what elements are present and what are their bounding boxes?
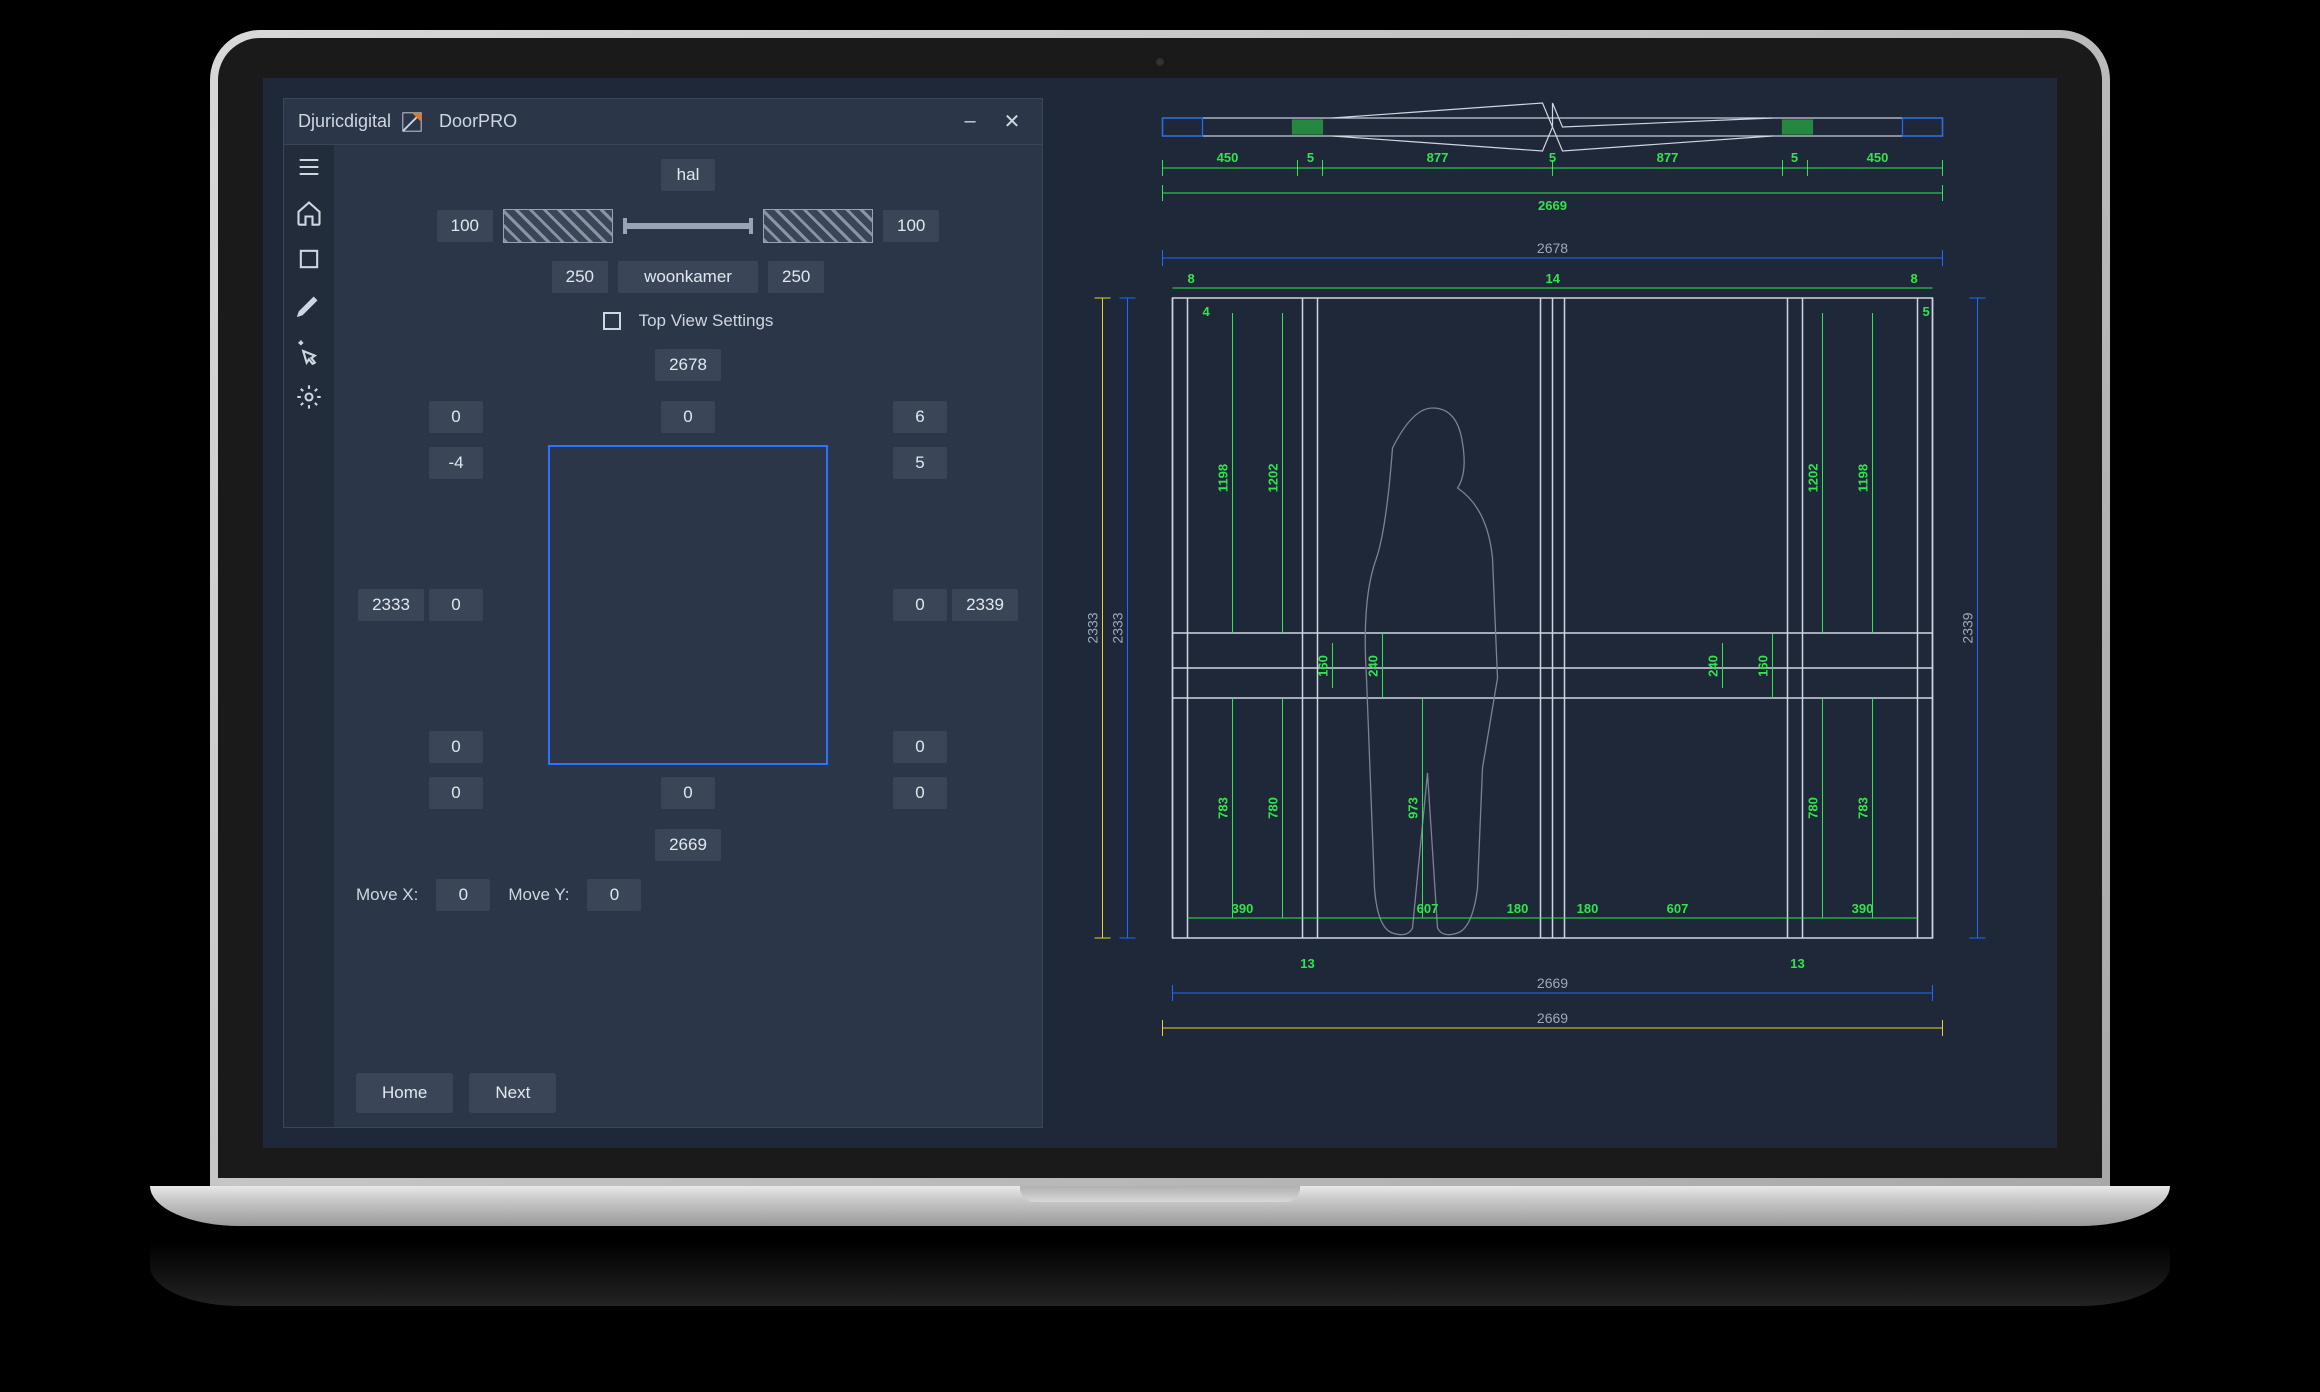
dim-bi-r: 607 — [1667, 901, 1689, 916]
close-button[interactable]: ✕ — [996, 109, 1028, 134]
dim-cui-r: 1202 — [1806, 464, 1821, 493]
dim-bi-l: 607 — [1417, 901, 1439, 916]
sketch-bl[interactable]: 0 — [429, 777, 483, 809]
dim-mhi-l: 240 — [1366, 655, 1381, 677]
dim-hlo: 2333 — [1085, 612, 1101, 643]
doorpro-panel: Djuricdigital DoorPRO – ✕ — [283, 98, 1043, 1128]
dim-top-d6: 5 — [1791, 150, 1798, 165]
wall-left-icon — [503, 209, 613, 243]
sketch-ll[interactable]: 0 — [429, 731, 483, 763]
dim-cuo-l: 1198 — [1216, 464, 1231, 492]
dim-hli: 2333 — [1110, 612, 1126, 643]
gear-icon[interactable] — [295, 383, 323, 411]
sketch-mri[interactable]: 0 — [893, 589, 947, 621]
dim-cuo-r: 1198 — [1856, 464, 1871, 492]
home-icon[interactable] — [295, 199, 323, 227]
sketch-tr[interactable]: 6 — [893, 401, 947, 433]
movex-label: Move X: — [356, 885, 418, 905]
movey-label: Move Y: — [508, 885, 569, 905]
dim-tmid: 14 — [1546, 271, 1561, 286]
dim-bm-r: 180 — [1577, 901, 1599, 916]
dim-mhgap: 973 — [1406, 797, 1421, 819]
opening-slider[interactable] — [623, 223, 753, 229]
sketch-bm[interactable]: 0 — [661, 777, 715, 809]
pencil-icon[interactable] — [295, 291, 323, 319]
dim-ow: 2678 — [1537, 240, 1568, 256]
dim-f2: 2669 — [1537, 1010, 1568, 1026]
right-100-field[interactable]: 100 — [883, 210, 939, 242]
sketch-tl[interactable]: 0 — [429, 401, 483, 433]
sketch-lr[interactable]: 0 — [893, 731, 947, 763]
movex-field[interactable]: 0 — [436, 879, 490, 911]
dim-trin: 5 — [1923, 304, 1930, 319]
dim-top-d1: 450 — [1217, 150, 1239, 165]
dim-bo-r: 390 — [1852, 901, 1874, 916]
sketch-rectangle[interactable] — [548, 445, 828, 765]
dim-f1: 2669 — [1537, 975, 1568, 991]
sketch-editor: 0 0 6 -4 5 2333 0 0 2339 0 — [356, 399, 1020, 811]
app-title: DoorPRO — [439, 111, 517, 132]
wall-right-icon — [763, 209, 873, 243]
dim-boff-l: 13 — [1300, 956, 1314, 971]
cad-viewport[interactable]: 450 5 877 5 877 5 450 2669 267 — [1068, 98, 2037, 1128]
sketch-ul[interactable]: -4 — [429, 447, 483, 479]
woonkamer-field[interactable]: woonkamer — [618, 261, 758, 293]
dim-hr: 2339 — [1960, 612, 1976, 643]
brand-logo-icon — [401, 111, 423, 133]
topview-checkbox[interactable] — [603, 312, 621, 330]
titlebar: Djuricdigital DoorPRO – ✕ — [284, 99, 1042, 145]
dim-top-d2: 5 — [1307, 150, 1314, 165]
dim-bo-l: 390 — [1232, 901, 1254, 916]
dim-bm-l: 180 — [1507, 901, 1529, 916]
topview-label: Top View Settings — [639, 311, 774, 331]
dim-top-d7: 450 — [1867, 150, 1889, 165]
dim-top-total: 2669 — [1538, 198, 1567, 213]
dim-tright: 8 — [1911, 271, 1918, 286]
brand-label: Djuricdigital — [298, 111, 391, 132]
home-button[interactable]: Home — [356, 1073, 453, 1113]
dim-mhi-r: 240 — [1706, 655, 1721, 677]
cursor-click-icon[interactable] — [295, 337, 323, 365]
dim-top-d3: 877 — [1427, 150, 1449, 165]
sketch-mlo[interactable]: 2333 — [358, 589, 424, 621]
minimize-button[interactable]: – — [954, 110, 986, 133]
dim-mho-l: 160 — [1316, 655, 1331, 677]
dim-clo-il: 780 — [1266, 797, 1281, 819]
sketch-ur[interactable]: 5 — [893, 447, 947, 479]
dim-tlin: 4 — [1203, 304, 1211, 319]
tool-sidebar — [284, 145, 334, 1127]
dim-top-d5: 877 — [1657, 150, 1679, 165]
left-100-field[interactable]: 100 — [437, 210, 493, 242]
dim-clo-ol: 783 — [1216, 797, 1231, 819]
sketch-tm[interactable]: 0 — [661, 401, 715, 433]
left-250-field[interactable]: 250 — [552, 261, 608, 293]
sketch-mli[interactable]: 0 — [429, 589, 483, 621]
next-button[interactable]: Next — [469, 1073, 556, 1113]
hal-field[interactable]: hal — [661, 159, 715, 191]
sketch-top-width[interactable]: 2678 — [655, 349, 721, 381]
sketch-bot-width[interactable]: 2669 — [655, 829, 721, 861]
dim-clo-ir: 780 — [1806, 797, 1821, 819]
dim-mho-r: 160 — [1756, 655, 1771, 677]
list-icon[interactable] — [295, 153, 323, 181]
dim-cui-l: 1202 — [1266, 464, 1281, 493]
sketch-mro[interactable]: 2339 — [952, 589, 1018, 621]
dim-clo-or: 783 — [1856, 797, 1871, 819]
dim-boff-r: 13 — [1790, 956, 1804, 971]
dim-tleft: 8 — [1188, 271, 1195, 286]
camera-icon — [1154, 56, 1166, 68]
right-250-field[interactable]: 250 — [768, 261, 824, 293]
movey-field[interactable]: 0 — [587, 879, 641, 911]
sketch-br[interactable]: 0 — [893, 777, 947, 809]
dim-top-d4: 5 — [1549, 150, 1556, 165]
crop-icon[interactable] — [295, 245, 323, 273]
